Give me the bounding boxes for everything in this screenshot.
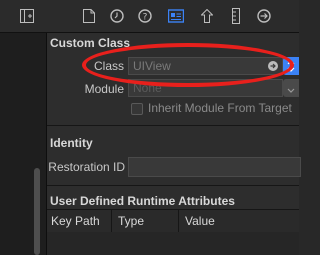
runtime-attributes-table[interactable]	[47, 232, 299, 255]
svg-text:?: ?	[143, 13, 148, 23]
inherit-module-checkbox[interactable]	[131, 103, 143, 115]
connections-inspector-icon[interactable]	[256, 8, 272, 24]
column-header-type[interactable]: Type	[118, 214, 144, 228]
runtime-attributes-title: User Defined Runtime Attributes	[50, 194, 235, 208]
column-header-value[interactable]: Value	[185, 214, 215, 228]
inherit-module-label: Inherit Module From Target	[148, 101, 292, 115]
restoration-id-field[interactable]	[128, 157, 301, 177]
section-divider	[47, 185, 299, 186]
identity-title: Identity	[50, 136, 93, 150]
identity-inspector-icon[interactable]	[168, 8, 184, 24]
editor-scrollbar[interactable]	[34, 168, 40, 255]
column-divider	[111, 210, 112, 232]
highlight-annotation	[82, 43, 294, 87]
help-icon[interactable]: ?	[137, 8, 153, 24]
size-inspector-icon[interactable]	[228, 8, 244, 24]
column-header-key-path[interactable]: Key Path	[51, 214, 100, 228]
column-divider	[178, 210, 179, 232]
section-divider	[47, 125, 299, 126]
restoration-id-label: Restoration ID	[48, 160, 125, 174]
chevron-down-icon	[287, 83, 295, 101]
sidebar-toggle-icon[interactable]	[19, 8, 35, 24]
file-icon[interactable]	[81, 8, 97, 24]
clock-icon[interactable]	[109, 8, 125, 24]
attributes-inspector-icon[interactable]	[199, 8, 215, 24]
inspector-selector-bar: ?	[0, 0, 299, 33]
module-dropdown-button[interactable]	[283, 79, 299, 97]
module-label: Module	[84, 82, 124, 96]
runtime-attributes-header: Key Path Type Value	[47, 209, 299, 233]
